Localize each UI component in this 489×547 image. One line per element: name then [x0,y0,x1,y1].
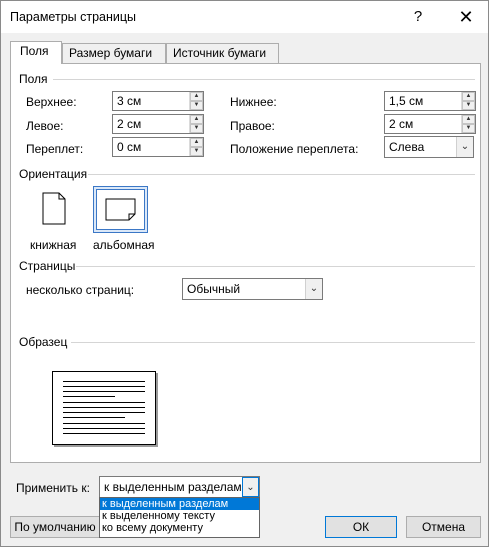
pages-section-title: Страницы [19,259,76,273]
gutter-value: 0 см [117,140,142,154]
top-margin-value: 3 см [117,94,142,108]
page-setup-dialog: Параметры страницы ? ✕ Поля Размер бумаг… [0,0,489,547]
chevron-down-icon[interactable]: ⌄ [456,137,473,157]
portrait-page-icon [42,192,66,225]
bottom-margin-value: 1,5 см [389,94,424,108]
set-default-button[interactable]: По умолчанию [10,516,100,538]
landscape-option[interactable] [93,186,148,233]
gutter-position-select[interactable]: Слева ⌄ [384,136,474,158]
gutter-label: Переплет: [26,142,84,156]
tab-paper-source[interactable]: Источник бумаги [166,43,279,63]
close-icon[interactable]: ✕ [453,4,479,30]
right-margin-spinner[interactable]: 2 см ▲ ▼ [384,114,476,134]
window-title: Параметры страницы [10,10,137,24]
spin-up-icon[interactable]: ▲ [190,138,203,147]
spin-down-icon[interactable]: ▼ [462,101,475,110]
spin-down-icon[interactable]: ▼ [462,124,475,133]
apply-option-whole-document[interactable]: ко всему документу [100,522,259,534]
multiple-pages-select[interactable]: Обычный ⌄ [182,278,323,300]
spin-up-icon[interactable]: ▲ [462,115,475,124]
page-preview [52,371,156,445]
cancel-button[interactable]: Отмена [406,516,481,538]
apply-to-label: Применить к: [16,481,90,495]
orientation-section-title: Ориентация [19,167,88,181]
landscape-page-icon [105,198,136,221]
gutter-position-label: Положение переплета: [230,142,359,156]
spin-down-icon[interactable]: ▼ [190,101,203,110]
chevron-down-icon[interactable]: ⌄ [242,477,259,497]
apply-to-select[interactable]: к выделенным разделам ⌄ [99,476,260,498]
preview-section-title: Образец [19,335,68,349]
bottom-margin-label: Нижнее: [230,95,277,109]
portrait-option[interactable] [27,186,82,233]
top-margin-spinner[interactable]: 3 см ▲ ▼ [112,91,204,111]
apply-to-value: к выделенным разделам [104,480,242,494]
left-margin-label: Левое: [26,119,64,133]
ok-button[interactable]: ОК [325,516,397,538]
gutter-spinner[interactable]: 0 см ▲ ▼ [112,137,204,157]
multiple-pages-value: Обычный [187,282,241,296]
tab-paper-size[interactable]: Размер бумаги [62,43,166,63]
multiple-pages-label: несколько страниц: [26,283,135,297]
chevron-down-icon[interactable]: ⌄ [305,279,322,299]
right-margin-label: Правое: [230,119,275,133]
preview-divider [71,342,475,343]
pages-divider [76,266,475,267]
spin-down-icon[interactable]: ▼ [190,124,203,133]
spin-down-icon[interactable]: ▼ [190,147,203,156]
margins-section-title: Поля [19,72,48,86]
spin-up-icon[interactable]: ▲ [462,92,475,101]
spin-up-icon[interactable]: ▲ [190,92,203,101]
orientation-divider [88,174,475,175]
apply-option-selected-text[interactable]: к выделенному тексту [100,510,259,522]
top-margin-label: Верхнее: [26,95,77,109]
spin-up-icon[interactable]: ▲ [190,115,203,124]
landscape-label[interactable]: альбомная [93,238,155,252]
left-margin-spinner[interactable]: 2 см ▲ ▼ [112,114,204,134]
apply-option-sections[interactable]: к выделенным разделам [100,498,259,510]
apply-to-dropdown-list: к выделенным разделам к выделенному текс… [99,497,260,538]
left-margin-value: 2 см [117,117,142,131]
right-margin-value: 2 см [389,117,414,131]
portrait-label[interactable]: книжная [30,238,76,252]
help-icon[interactable]: ? [407,6,429,28]
gutter-position-value: Слева [389,140,425,154]
title-bar: Параметры страницы ? ✕ [1,1,488,33]
margins-divider [53,79,475,80]
bottom-margin-spinner[interactable]: 1,5 см ▲ ▼ [384,91,476,111]
tab-margins[interactable]: Поля [10,41,62,64]
